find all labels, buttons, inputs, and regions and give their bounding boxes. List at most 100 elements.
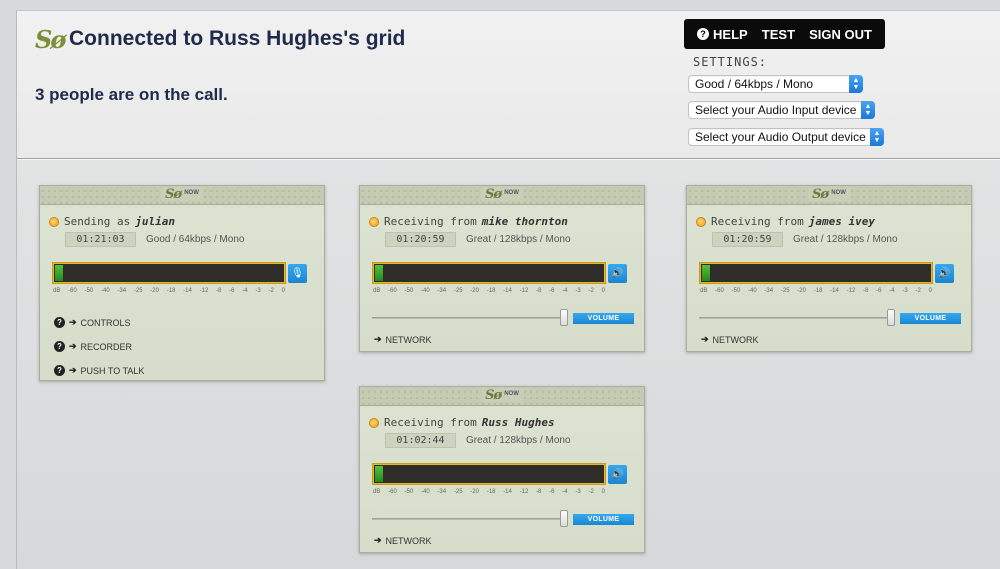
scale-label: dB [373,288,381,294]
volume-slider-track[interactable] [372,518,567,520]
speaker-icon: 🔊 [938,268,951,279]
network-link[interactable]: ➔ NETWORK [374,535,432,546]
chevron-updown-icon: ▲ ▼ [870,128,884,146]
audio-level-bar [702,265,710,281]
help-button[interactable]: ? HELP [697,27,748,42]
speaker-button[interactable]: 🔊 [935,264,954,283]
help-icon[interactable]: ? [54,365,65,376]
scale-label: -12 [519,489,529,495]
microphone-icon: 🎙 [291,268,304,279]
audio-input-select-value: Select your Audio Input device [695,103,857,117]
quality-select-value: Good / 64kbps / Mono [695,77,814,91]
db-scale: dB -60 -50 -40 -34 -25 -20 -18 -14 -12 -8 -6 -4 -3 -2 0 [700,288,932,294]
scale-label: -60 [388,288,397,294]
participant-name: Russ Hughes [481,416,555,429]
scale-label: 0 [601,288,605,294]
scale-label: -2 [588,288,594,294]
panel-logo: Sø NOW [481,388,523,403]
call-timer: 01:02:44 [385,433,456,448]
scale-label: -6 [549,288,555,294]
call-timer: 01:21:03 [65,232,136,247]
arrow-right-icon: ➔ [701,334,709,344]
microphone-button[interactable]: 🎙 [288,264,307,283]
stream-quality: Great / 128kbps / Mono [466,234,571,245]
status-line: Sending as julian [49,215,175,228]
volume-slider-thumb[interactable] [887,309,895,326]
chevron-updown-icon: ▲ ▼ [861,101,875,119]
status-line: Receiving from james ivey [696,215,875,228]
push-to-talk-label: PUSH TO TALK [80,365,145,376]
info-line: 01:21:03 Good / 64kbps / Mono [65,232,244,247]
scale-label: 0 [601,489,605,495]
test-button[interactable]: TEST [762,27,795,42]
audio-output-select[interactable]: Select your Audio Output device ▲ ▼ [688,128,884,146]
panel-header: Sø NOW [360,387,644,406]
scale-label: -12 [519,288,529,294]
call-participants-count: 3 people are on the call. [35,85,228,104]
test-label: TEST [761,26,796,42]
status-indicator-icon [696,216,706,227]
top-nav: ? HELP TEST SIGN OUT [684,19,885,49]
network-link[interactable]: ➔ NETWORK [374,334,432,345]
panel-logo: Sø NOW [161,187,203,202]
quality-select[interactable]: Good / 64kbps / Mono ▲ ▼ [688,75,863,93]
scale-label: -18 [486,489,496,495]
volume-slider-thumb[interactable] [560,309,568,326]
scale-label: -12 [846,288,856,294]
status-indicator-icon [49,216,59,227]
sign-out-button[interactable]: SIGN OUT [809,27,872,42]
controls-link[interactable]: ? ➔ CONTROLS [54,317,131,328]
scale-label: -3 [575,489,581,495]
speaker-button[interactable]: 🔊 [608,465,627,484]
push-to-talk-link[interactable]: ? ➔ PUSH TO TALK [54,365,144,376]
network-link[interactable]: ➔ NETWORK [701,334,759,345]
scale-label: -8 [536,489,542,495]
scale-label: dB [700,288,708,294]
volume-slider-track[interactable] [372,317,567,319]
app-logo: Sø [35,25,66,54]
arrow-right-icon: ➔ [374,535,382,545]
recorder-link[interactable]: ? ➔ RECORDER [54,341,132,352]
audio-level-bar [55,265,63,281]
scale-label: -3 [255,288,261,294]
help-icon[interactable]: ? [54,341,65,352]
scale-label: -34 [437,489,447,495]
scale-label: -18 [486,288,496,294]
scale-label: -18 [166,288,176,294]
panel-logo: Sø NOW [808,187,850,202]
audio-level-meter [53,263,285,283]
scale-label: -12 [199,288,209,294]
volume-slider-track[interactable] [699,317,894,319]
volume-button[interactable]: VOLUME [573,313,634,324]
scale-label: -60 [68,288,77,294]
audio-level-meter [373,464,605,484]
scale-label: -40 [420,288,430,294]
speaker-button[interactable]: 🔊 [608,264,627,283]
scale-label: -25 [453,288,463,294]
stream-quality: Good / 64kbps / Mono [146,234,245,245]
volume-button[interactable]: VOLUME [573,514,634,525]
volume-slider-thumb[interactable] [560,510,568,527]
scale-label: -34 [117,288,127,294]
audio-input-select[interactable]: Select your Audio Input device ▲ ▼ [688,101,875,119]
call-timer: 01:20:59 [385,232,456,247]
panel-logo-text: Sø [165,187,182,202]
db-scale: dB -60 -50 -40 -34 -25 -20 -18 -14 -12 -8 -6 -4 -3 -2 0 [373,288,605,294]
settings-label: SETTINGS: [693,55,768,69]
volume-button[interactable]: VOLUME [900,313,961,324]
panel-logo-text: Sø [812,187,829,202]
scale-label: -3 [902,288,908,294]
help-icon[interactable]: ? [54,317,65,328]
audio-level-meter [373,263,605,283]
scale-label: -14 [830,288,839,294]
speaker-icon: 🔊 [611,469,624,480]
scale-label: -20 [470,288,479,294]
db-scale: dB -60 -50 -40 -34 -25 -20 -18 -14 -12 -8 -6 -4 -3 -2 0 [373,489,605,495]
status-prefix: Receiving from [711,215,804,228]
panel-logo: Sø NOW [481,187,523,202]
panel-logo-tag: NOW [504,190,519,196]
scale-label: dB [53,288,61,294]
scale-label: -18 [813,288,823,294]
panel-header: Sø NOW [360,186,644,205]
panel-header: Sø NOW [40,186,324,205]
